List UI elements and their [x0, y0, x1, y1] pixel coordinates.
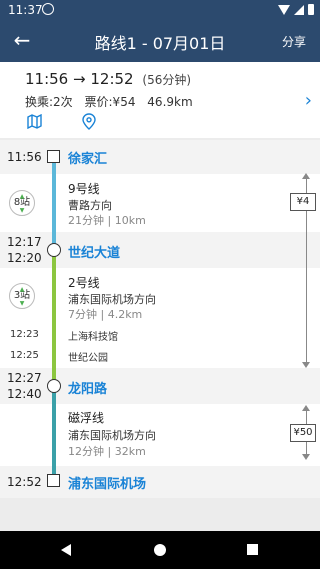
- route-timeline: 11:56 徐家汇 ▲ 8站 ▼ 9号线 曹路方向 21分钟 | 10km 12…: [0, 140, 320, 498]
- line-2-segment: [52, 256, 56, 381]
- share-button[interactable]: 分享: [282, 33, 306, 50]
- status-bar: 11:37: [0, 0, 320, 20]
- intermediate-stop-time: 12:25: [10, 350, 39, 361]
- line-name: 9号线: [68, 182, 100, 196]
- stops-count-badge[interactable]: ▲ 3站 ▼: [9, 283, 35, 309]
- intermediate-stop-time: 12:23: [10, 329, 39, 340]
- route-info: 换乘:2次 票价:¥54 46.9km: [25, 93, 201, 110]
- total-distance: 46.9km: [147, 95, 193, 109]
- stops-count-badge[interactable]: ▲ 8站 ▼: [9, 190, 35, 216]
- line-meta: 21分钟 | 10km: [68, 214, 146, 227]
- station-time: 11:56: [7, 150, 42, 164]
- fare-segment-badge: ¥4: [290, 193, 316, 211]
- route-times: 11:56 → 12:52 (56分钟): [25, 70, 191, 88]
- fare-range-bottom-icon: [302, 454, 310, 460]
- time-arrow: →: [73, 70, 86, 88]
- station-name[interactable]: 浦东国际机场: [68, 473, 146, 492]
- status-time: 11:37: [8, 3, 43, 17]
- station-time: 12:40: [7, 387, 42, 401]
- station-time: 12:27: [7, 371, 42, 385]
- wifi-icon: [278, 4, 290, 15]
- map-icon[interactable]: [27, 114, 42, 129]
- maglev-segment: [52, 392, 56, 480]
- signal-icon: [294, 4, 304, 15]
- page-title: 路线1 - 07月01日: [94, 34, 226, 53]
- line-9-segment: [52, 162, 56, 246]
- line-direction: 浦东国际机场方向: [68, 293, 156, 306]
- station-square-icon: [47, 474, 60, 487]
- line-name: 2号线: [68, 276, 100, 290]
- notification-icon: [42, 3, 54, 15]
- station-name[interactable]: 世纪大道: [68, 242, 120, 261]
- arrive-time: 12:52: [90, 70, 134, 88]
- intermediate-stop-name: 上海科技馆: [68, 332, 118, 343]
- station-circle-icon: [47, 243, 61, 257]
- station-name[interactable]: 徐家汇: [68, 148, 107, 167]
- transfer-count: 换乘:2次: [25, 95, 73, 109]
- trip-duration: (56分钟): [142, 73, 192, 87]
- station-time: 12:52: [7, 475, 42, 489]
- station-time: 12:20: [7, 251, 42, 265]
- app-bar: ← 路线1 - 07月01日 分享: [0, 20, 320, 62]
- back-triangle-icon[interactable]: [61, 544, 71, 556]
- line-direction: 曹路方向: [68, 199, 112, 212]
- home-circle-icon[interactable]: [154, 544, 166, 556]
- line-direction: 浦东国际机场方向: [68, 429, 156, 442]
- station-time: 12:17: [7, 235, 42, 249]
- chevron-right-icon[interactable]: ›: [305, 90, 312, 111]
- line-meta: 12分钟 | 32km: [68, 445, 146, 458]
- line-meta: 7分钟 | 4.2km: [68, 308, 143, 321]
- line-name: 磁浮线: [68, 411, 105, 425]
- system-nav-bar: [0, 531, 320, 569]
- location-pin-icon[interactable]: [82, 113, 96, 130]
- station-square-icon: [47, 150, 60, 163]
- recents-square-icon[interactable]: [247, 544, 258, 555]
- route-summary[interactable]: 11:56 → 12:52 (56分钟) 换乘:2次 票价:¥54 46.9km…: [0, 62, 320, 138]
- fare-total: 票价:¥54: [84, 95, 136, 109]
- fare-segment-badge: ¥50: [290, 424, 316, 442]
- fare-range-bottom-icon: [302, 362, 310, 368]
- station-name[interactable]: 龙阳路: [68, 378, 107, 397]
- intermediate-stop-name: 世纪公园: [68, 353, 108, 364]
- battery-icon: [308, 4, 314, 15]
- depart-time: 11:56: [25, 70, 69, 88]
- station-circle-icon: [47, 379, 61, 393]
